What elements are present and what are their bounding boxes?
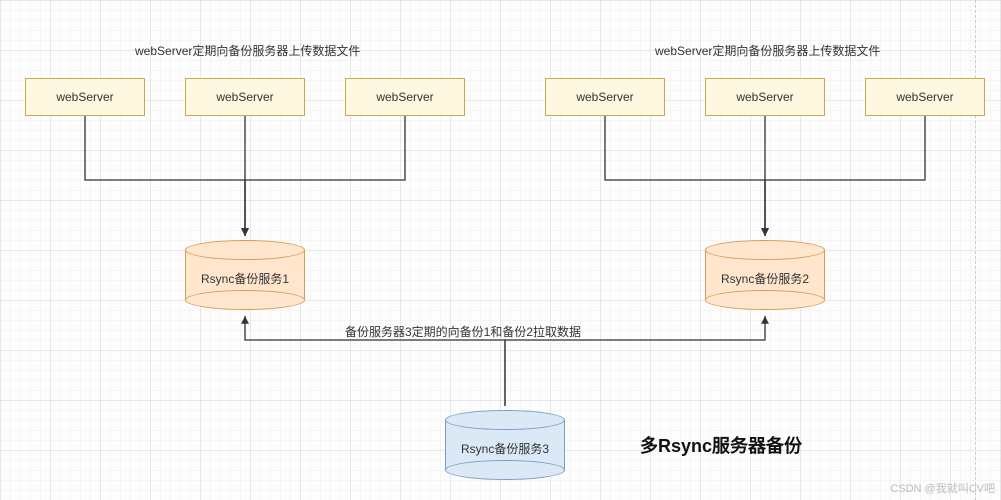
watermark: CSDN @我就叫CV吧 (890, 480, 995, 496)
webserver-box-3: webServer (345, 78, 465, 116)
rsync-backup-3-label: Rsync备份服务3 (445, 440, 565, 457)
caption-left: webServer定期向备份服务器上传数据文件 (135, 42, 360, 59)
webserver-label: webServer (56, 90, 113, 104)
webserver-label: webServer (576, 90, 633, 104)
webserver-box-4: webServer (545, 78, 665, 116)
webserver-box-1: webServer (25, 78, 145, 116)
webserver-box-2: webServer (185, 78, 305, 116)
rsync-backup-3: Rsync备份服务3 (445, 410, 565, 470)
webserver-label: webServer (216, 90, 273, 104)
page-divider (975, 0, 976, 500)
webserver-box-6: webServer (865, 78, 985, 116)
caption-middle: 备份服务器3定期的向备份1和备份2拉取数据 (345, 323, 581, 340)
webserver-label: webServer (736, 90, 793, 104)
rsync-backup-2: Rsync备份服务2 (705, 240, 825, 300)
caption-right: webServer定期向备份服务器上传数据文件 (655, 42, 880, 59)
rsync-backup-1-label: Rsync备份服务1 (185, 270, 305, 287)
rsync-backup-1: Rsync备份服务1 (185, 240, 305, 300)
diagram-title: 多Rsync服务器备份 (640, 432, 802, 458)
webserver-box-5: webServer (705, 78, 825, 116)
webserver-label: webServer (896, 90, 953, 104)
webserver-label: webServer (376, 90, 433, 104)
rsync-backup-2-label: Rsync备份服务2 (705, 270, 825, 287)
